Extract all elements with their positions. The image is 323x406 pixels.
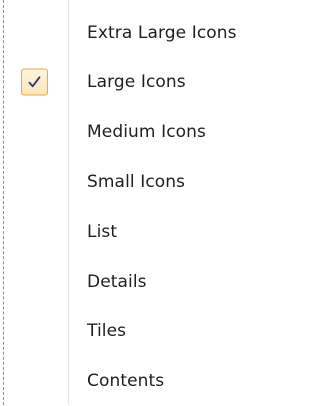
menu-item-label: Contents [87, 371, 165, 391]
menu-item-medium-icons[interactable]: Medium Icons [4, 107, 321, 157]
menu-item-label: Small Icons [87, 172, 186, 192]
menu-item-small-icons[interactable]: Small Icons [4, 157, 321, 207]
checkmark-icon [21, 68, 48, 96]
checkmark-glyph [28, 76, 41, 88]
menu-item-label: Medium Icons [87, 122, 206, 142]
menu-item-label: Extra Large Icons [87, 23, 237, 43]
menu-item-extra-large-icons[interactable]: Extra Large Icons [4, 8, 321, 58]
menu-item-large-icons[interactable]: Large Icons [4, 57, 321, 107]
menu-item-label: Tiles [87, 321, 127, 341]
menu-item-label: Large Icons [87, 72, 186, 92]
menu-item-label: Details [87, 272, 147, 292]
menu-item-details[interactable]: Details [4, 257, 321, 307]
menu-item-label: List [87, 222, 118, 242]
menu-item-list[interactable]: List [4, 207, 321, 257]
menu-item-contents[interactable]: Contents [4, 356, 321, 406]
view-context-menu: Extra Large Icons Large Icons Medium Ico… [0, 0, 323, 405]
menu-item-tiles[interactable]: Tiles [4, 306, 321, 356]
